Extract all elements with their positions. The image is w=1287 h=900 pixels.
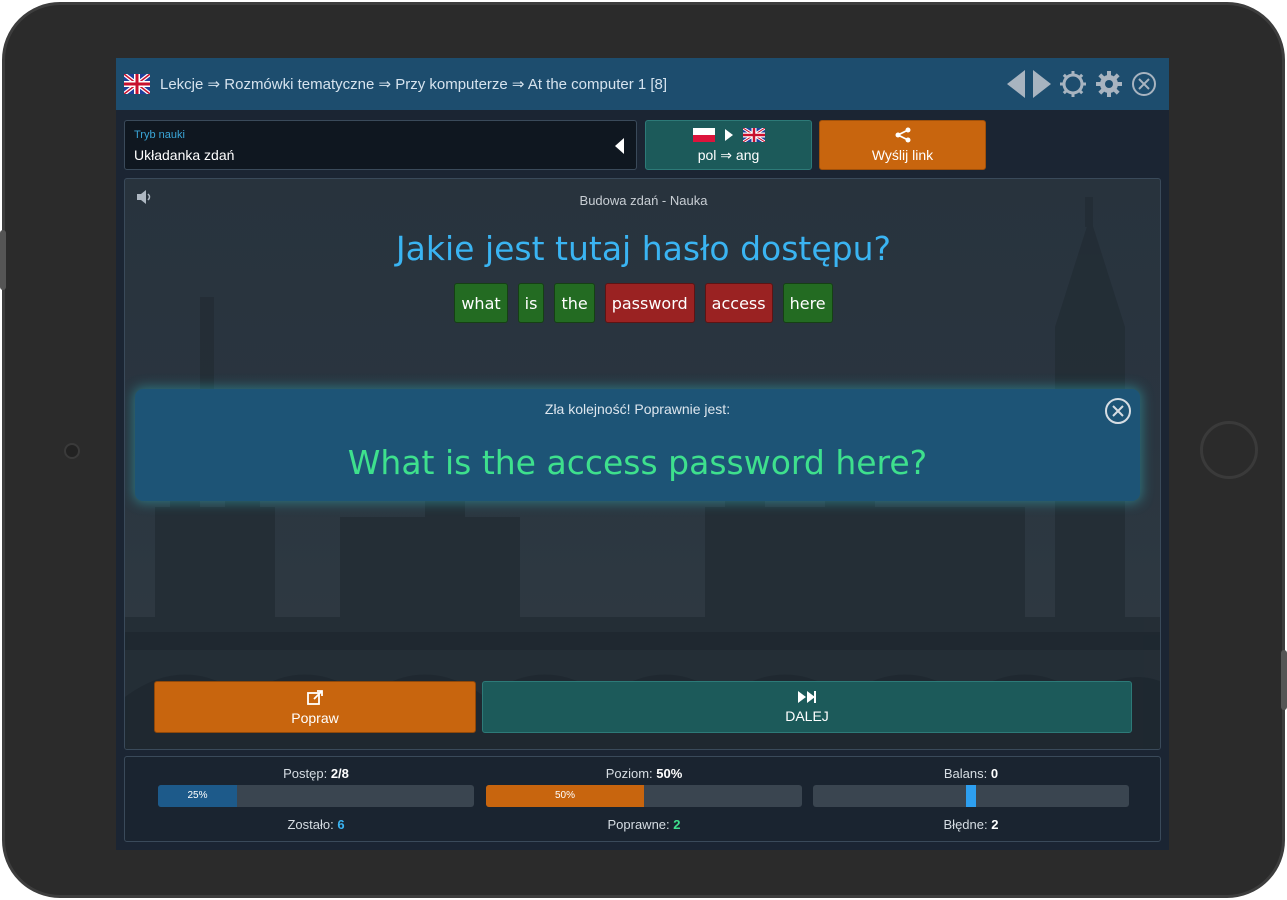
share-link-button[interactable]: Wyślij link bbox=[819, 120, 986, 170]
progress-bar-fill: 25% bbox=[158, 785, 237, 807]
word-tile[interactable]: the bbox=[554, 283, 595, 323]
progress-bar-text: 25% bbox=[187, 790, 208, 801]
balance-marker bbox=[966, 785, 976, 807]
word-tiles: what is the password access here bbox=[125, 283, 1160, 323]
word-tile[interactable]: access bbox=[704, 283, 773, 323]
mode-value: Układanka zdań bbox=[134, 147, 235, 163]
volume-button bbox=[0, 230, 6, 290]
arrow-right-icon bbox=[724, 129, 733, 141]
prev-arrow-icon[interactable] bbox=[1007, 70, 1025, 98]
wrong-stat: Błędne: 2 bbox=[943, 817, 999, 832]
progress-bar: 25% bbox=[158, 785, 474, 807]
mode-label: Tryb nauki bbox=[134, 129, 185, 141]
progress-stat: Postęp: 2/8 25% Zostało: 6 bbox=[158, 757, 474, 843]
balance-bar bbox=[813, 785, 1129, 807]
level-bar-fill: 50% bbox=[486, 785, 644, 807]
uk-flag-icon bbox=[124, 74, 150, 94]
word-tile[interactable]: is bbox=[517, 283, 545, 323]
dalej-button[interactable]: DALEJ bbox=[482, 681, 1132, 733]
word-tile[interactable]: what bbox=[454, 283, 508, 323]
dropdown-arrow-icon bbox=[615, 138, 624, 154]
breadcrumb[interactable]: Lekcje ⇒ Rozmówki tematyczne ⇒ Przy komp… bbox=[160, 75, 1007, 93]
correct-stat: Poprawne: 2 bbox=[607, 817, 681, 832]
popraw-label: Popraw bbox=[291, 710, 339, 726]
edit-icon bbox=[155, 690, 475, 706]
feedback-label: Zła kolejność! Poprawnie jest: bbox=[544, 401, 731, 417]
language-direction-button[interactable]: pol ⇒ ang bbox=[645, 120, 812, 170]
remaining-stat: Zostało: 6 bbox=[287, 817, 345, 832]
level-stat: Poziom: 50% 50% Poprawne: 2 bbox=[486, 757, 802, 843]
exercise-panel: Budowa zdań - Nauka Jakie jest tutaj has… bbox=[124, 178, 1161, 750]
close-icon[interactable] bbox=[1131, 71, 1157, 97]
question-text: Jakie jest tutaj hasło dostępu? bbox=[395, 229, 892, 268]
settings-outline-icon[interactable] bbox=[1059, 70, 1087, 98]
home-button[interactable] bbox=[1200, 421, 1258, 479]
language-flags bbox=[646, 127, 811, 143]
next-arrow-icon[interactable] bbox=[1033, 70, 1051, 98]
share-icon bbox=[820, 127, 985, 143]
correct-answer: What is the access password here? bbox=[347, 443, 928, 482]
balance-title: Balans: 0 bbox=[943, 766, 999, 781]
popraw-button[interactable]: Popraw bbox=[154, 681, 476, 733]
progress-title: Postęp: 2/8 bbox=[283, 766, 349, 781]
uk-flag-icon bbox=[742, 128, 765, 142]
level-bar-text: 50% bbox=[554, 790, 575, 801]
stats-panel: Postęp: 2/8 25% Zostało: 6 Poziom: 50% 5… bbox=[124, 756, 1161, 842]
share-label: Wyślij link bbox=[871, 147, 934, 163]
top-icons bbox=[1007, 70, 1157, 98]
app-screen: Lekcje ⇒ Rozmówki tematyczne ⇒ Przy komp… bbox=[116, 58, 1169, 850]
gear-icon[interactable] bbox=[1095, 70, 1123, 98]
pl-flag-icon bbox=[692, 128, 715, 142]
exercise-subtitle: Budowa zdań - Nauka bbox=[579, 193, 708, 208]
balance-stat: Balans: 0 Błędne: 2 bbox=[813, 757, 1129, 843]
side-button bbox=[1281, 650, 1287, 710]
dalej-label: DALEJ bbox=[785, 708, 829, 724]
tablet-frame: Lekcje ⇒ Rozmówki tematyczne ⇒ Przy komp… bbox=[0, 0, 1287, 900]
close-icon[interactable] bbox=[1104, 397, 1132, 425]
level-bar: 50% bbox=[486, 785, 802, 807]
feedback-popup: Zła kolejność! Poprawnie jest: What is t… bbox=[135, 389, 1140, 501]
top-bar: Lekcje ⇒ Rozmówki tematyczne ⇒ Przy komp… bbox=[116, 58, 1169, 110]
fast-forward-icon bbox=[483, 690, 1131, 704]
language-label: pol ⇒ ang bbox=[697, 147, 760, 163]
word-tile[interactable]: password bbox=[604, 283, 695, 323]
camera-icon bbox=[64, 443, 80, 459]
level-title: Poziom: 50% bbox=[605, 766, 683, 781]
mode-select[interactable]: Tryb nauki Układanka zdań bbox=[124, 120, 637, 170]
word-tile[interactable]: here bbox=[782, 283, 833, 323]
